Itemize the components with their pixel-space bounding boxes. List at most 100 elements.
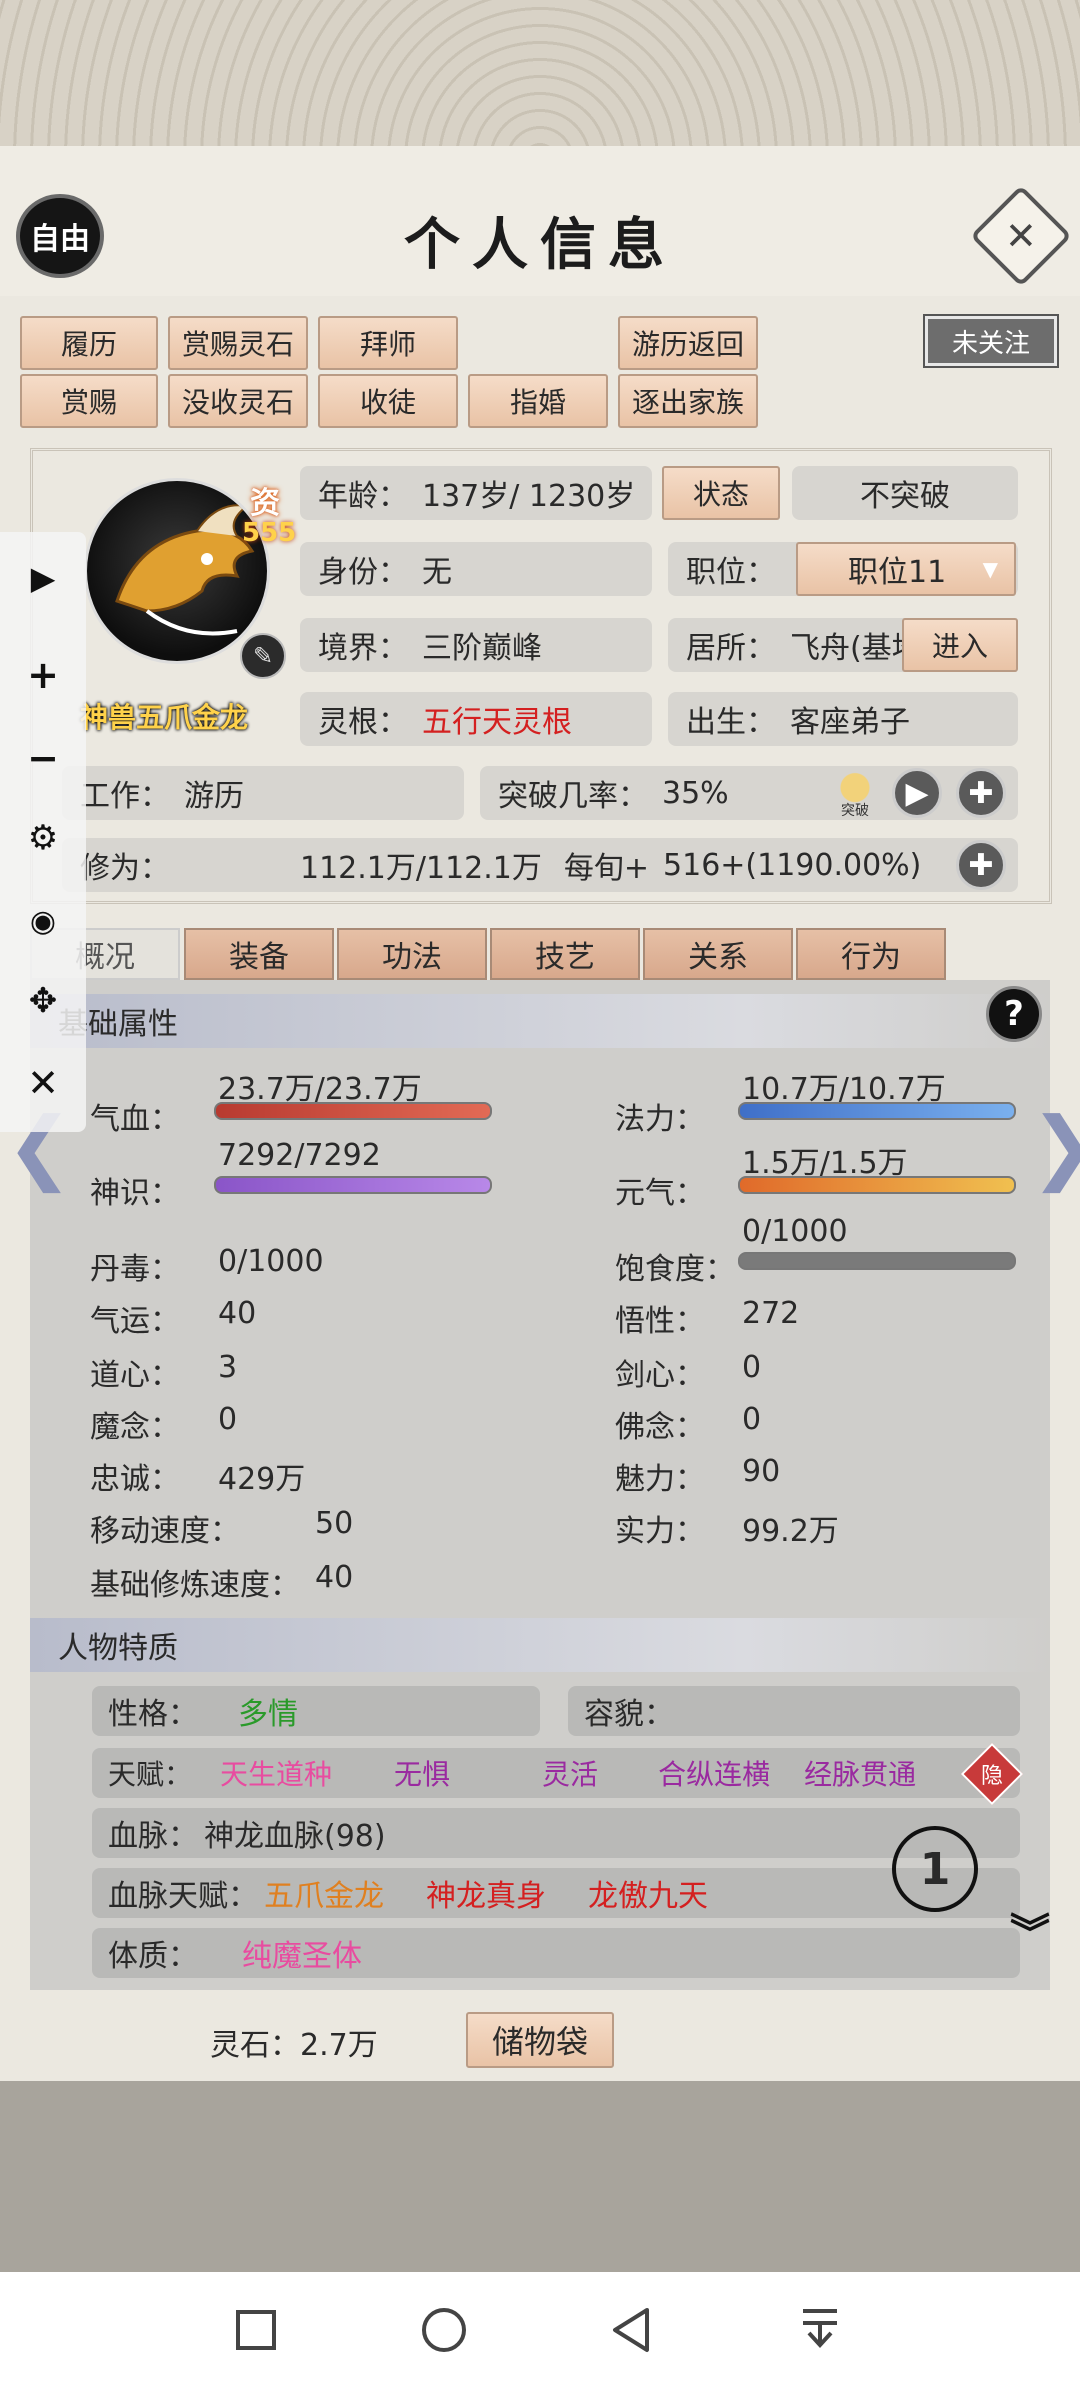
gear-icon[interactable]: ⚙ [20,815,66,861]
tab-behavior[interactable]: 行为 [796,928,946,980]
next-arrow-icon[interactable]: ❯ [1030,1100,1080,1193]
loyal-value: 429万 [218,1462,306,1497]
root-value: 五行天灵根 [422,705,572,740]
personality-row: 性格： 多情 [92,1686,540,1736]
body-value: 纯魔圣体 [242,1939,362,1974]
dao-value: 3 [218,1350,238,1385]
character-name: 神兽五爪金龙 [80,701,249,734]
zoom-in-icon[interactable]: + [20,652,66,698]
talent-item[interactable]: 经脉贯通 [804,1753,916,1793]
blood-talent-item[interactable]: 五爪金龙 [264,1871,384,1915]
close-icon[interactable]: ✕ [20,1060,66,1106]
realm-field: 境界： 三阶巅峰 [300,618,652,672]
buddha-label: 佛念： [615,1410,705,1445]
qi-label: 元气： [615,1176,705,1211]
talent-item[interactable]: 合纵连横 [658,1753,770,1793]
identity-label: 身份： [318,555,408,590]
stones-label: 灵石： [210,2028,300,2063]
looks-row: 容貌： [568,1686,1020,1736]
body-row: 体质： 纯魔圣体 [92,1928,1020,1978]
take-disciple-button[interactable]: 收徒 [318,374,458,428]
hp-bar [214,1102,492,1120]
basic-attributes-header: 基础属性 [30,994,1050,1048]
blood-talent-label: 血脉天赋： [108,1879,258,1914]
reward-button[interactable]: 赏赐 [20,374,158,428]
train-label: 基础修炼速度： [90,1568,300,1603]
break-icon[interactable]: 突破 [830,766,880,820]
position-select[interactable]: 职位11 ▼ [796,542,1016,596]
personality-value: 多情 [238,1697,298,1732]
marriage-button[interactable]: 指婚 [468,374,608,428]
hide-eye-icon[interactable]: ◉ [20,898,66,944]
break-icon-label: 突破 [841,803,869,819]
residence-label: 居所： [686,631,776,666]
demon-value: 0 [218,1402,238,1437]
free-button[interactable]: 自由 [20,198,100,274]
home-icon[interactable] [414,2300,474,2360]
cultivation-value: 112.1万/112.1万 [300,851,542,886]
blood-talent-item[interactable]: 神龙真身 [426,1871,546,1915]
demon-label: 魔念： [90,1410,180,1445]
cultivation-label: 修为： [80,851,170,886]
charm-label: 魅力： [615,1462,705,1497]
status-value: 不突破 [792,466,1018,520]
play-icon[interactable]: ▶ [892,768,942,818]
traits-header: 人物特质 [30,1618,1050,1672]
hp-label: 气血： [90,1102,180,1137]
confiscate-stones-button[interactable]: 没收灵石 [168,374,308,428]
talent-item[interactable]: 灵活 [542,1753,598,1793]
position-label: 职位： [686,555,776,590]
notification-pull-icon[interactable] [790,2300,850,2360]
talent-label: 天赋： [108,1758,193,1791]
plus-icon[interactable]: ✚ [956,768,1006,818]
avatar[interactable] [84,478,270,664]
reward-stones-button[interactable]: 赏赐灵石 [168,316,308,370]
poison-label: 丹毒： [90,1252,180,1287]
status-button[interactable]: 状态 [662,466,780,520]
stones-row: 灵石：2.7万 [210,2020,378,2064]
help-icon[interactable]: ? [986,986,1042,1042]
move-icon[interactable]: ✥ [20,978,66,1024]
follow-button[interactable]: 未关注 [923,314,1059,368]
loyal-label: 忠诚： [90,1462,180,1497]
work-value: 游历 [184,779,244,814]
play-icon[interactable]: ▶ [20,555,66,601]
tab-equipment[interactable]: 装备 [184,928,334,980]
system-nav-bar [0,2272,1080,2387]
page-title: 个人信息 [404,212,676,278]
sword-label: 剑心： [615,1358,705,1393]
tab-relations[interactable]: 关系 [643,928,793,980]
target-icon[interactable]: 1 [892,1826,978,1912]
wit-label: 悟性： [615,1304,705,1339]
age-field: 年龄： 137岁/ 1230岁 [300,466,652,520]
break-value: 35% [662,775,729,811]
looks-label: 容貌： [584,1697,674,1732]
sense-value: 7292/7292 [218,1138,381,1173]
talent-item[interactable]: 天生道种 [220,1753,332,1793]
train-value: 40 [315,1560,354,1595]
power-value: 99.2万 [742,1514,839,1549]
resume-button[interactable]: 履历 [20,316,158,370]
return-travel-button[interactable]: 游历返回 [618,316,758,370]
tab-skills[interactable]: 功法 [337,928,487,980]
expel-button[interactable]: 逐出家族 [618,374,758,428]
back-icon[interactable] [602,2300,662,2360]
enter-button[interactable]: 进入 [902,618,1018,672]
buddha-value: 0 [742,1402,762,1437]
realm-value: 三阶巅峰 [422,631,542,666]
zoom-out-icon[interactable]: − [20,735,66,781]
tab-arts[interactable]: 技艺 [490,928,640,980]
work-label: 工作： [80,779,170,814]
apprentice-button[interactable]: 拜师 [318,316,458,370]
age-label: 年龄： [318,479,408,514]
recent-apps-icon[interactable] [226,2300,286,2360]
scroll-down-icon[interactable]: ︾ [1010,1914,1050,1954]
storage-bag-button[interactable]: 储物袋 [466,2012,614,2068]
talent-item[interactable]: 无惧 [394,1753,450,1793]
feather-icon[interactable]: ✎ [240,633,286,679]
poison-value: 0/1000 [218,1244,324,1279]
stones-value: 2.7万 [300,2028,378,2063]
blood-talent-item[interactable]: 龙傲九天 [588,1871,708,1915]
birth-label: 出生： [686,705,776,740]
plus-icon[interactable]: ✚ [956,840,1006,890]
